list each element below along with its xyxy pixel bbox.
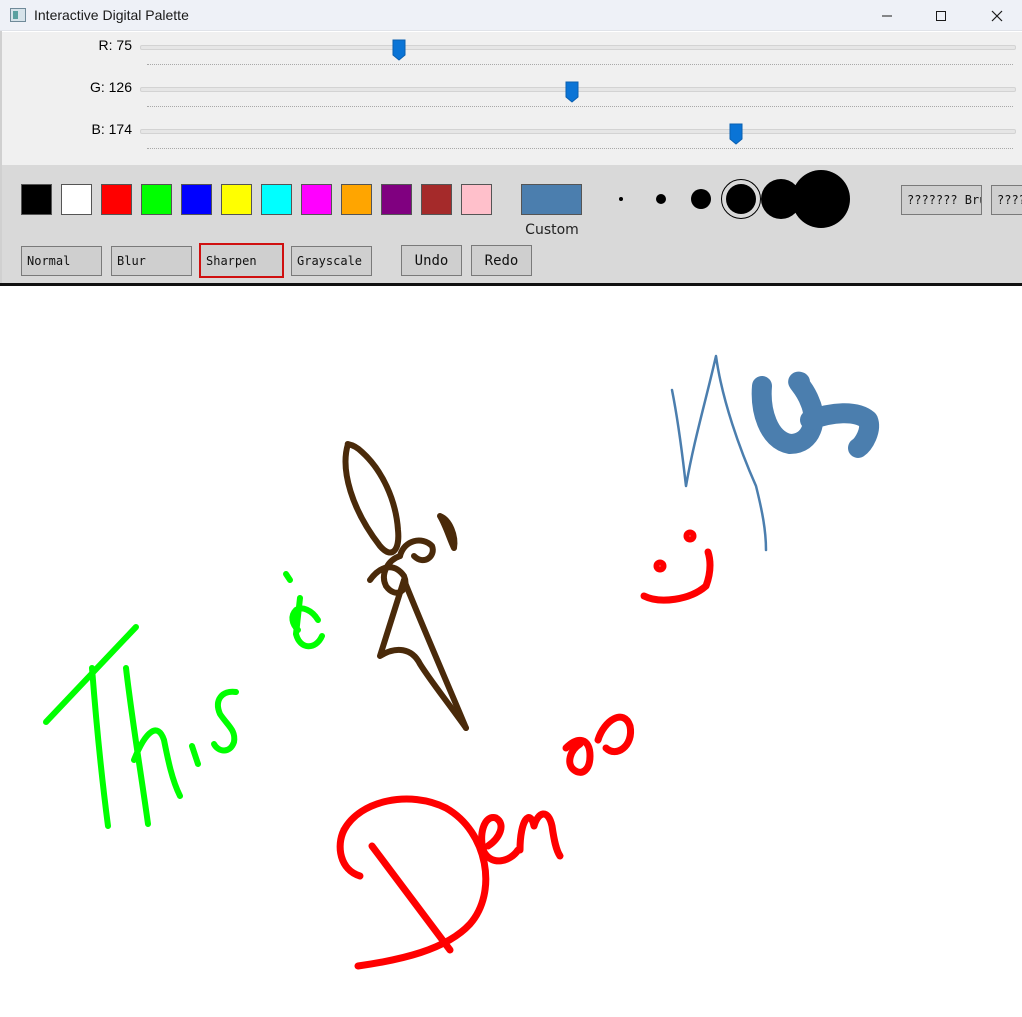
color-swatch[interactable] [101,184,132,215]
color-swatch[interactable] [381,184,412,215]
eraser-button[interactable]: ???? [991,185,1022,215]
brush-size-option[interactable] [792,170,850,228]
filter-normal-button[interactable]: Normal [21,246,102,276]
color-swatch[interactable] [301,184,332,215]
drawing-canvas[interactable] [0,286,1022,1017]
color-swatch[interactable] [181,184,212,215]
app-icon [10,8,26,22]
blue-slider-label: B: 174 [91,121,132,137]
blue-slider-track[interactable] [140,129,1016,134]
color-swatch[interactable] [341,184,372,215]
slider-thumb-icon [729,123,743,145]
blue-thick-stroke [751,371,879,458]
maximize-button[interactable] [918,0,964,31]
blue-slider-row: B: 174 [2,116,1022,156]
undo-button[interactable]: Undo [401,245,462,276]
filter-blur-label: Blur [117,254,146,268]
blue-slider-ticks [147,148,1013,151]
filter-grayscale-label: Grayscale [297,254,363,268]
brush-size-option[interactable] [656,194,666,204]
color-swatch[interactable] [461,184,492,215]
slider-thumb-icon [565,81,579,103]
minimize-button[interactable] [864,0,910,31]
undo-label: Undo [414,252,449,269]
close-icon [991,10,1003,21]
close-button[interactable] [974,0,1020,31]
red-slider-label: R: 75 [98,37,132,53]
filter-grayscale-button[interactable]: Grayscale [291,246,372,276]
canvas-drawing [43,354,879,970]
title-bar: Interactive Digital Palette [0,0,1022,31]
filter-normal-label: Normal [27,254,71,268]
color-swatch[interactable] [421,184,452,215]
red-slider-row: R: 75 [2,32,1022,72]
blue-thin-stroke [670,354,768,552]
color-swatch[interactable] [261,184,292,215]
color-swatch[interactable] [21,184,52,215]
eraser-button-label: ???? [997,193,1022,207]
color-swatch[interactable] [141,184,172,215]
minimize-icon [882,15,892,16]
filter-sharpen-button[interactable]: Sharpen [199,243,284,278]
window-title: Interactive Digital Palette [34,7,189,23]
brush-type-button[interactable]: ??????? Brus [901,185,982,215]
green-slider-ticks [147,106,1013,109]
filter-blur-button[interactable]: Blur [111,246,192,276]
red-slider-ticks [147,64,1013,67]
green-slider-label: G: 126 [89,79,132,95]
color-swatch[interactable] [61,184,92,215]
color-swatch[interactable] [221,184,252,215]
maximize-icon [936,10,946,21]
filter-sharpen-label: Sharpen [206,253,257,268]
toolbar: Custom ??????? Brus ???? Normal Blur Sha… [2,165,1022,284]
rgb-slider-panel: R: 75 G: 126 B: 174 [2,32,1022,165]
custom-color-swatch[interactable] [521,184,582,215]
slider-thumb-icon [392,39,406,61]
brown-stroke-figure [342,441,469,731]
redo-label: Redo [484,252,519,269]
redo-button[interactable]: Redo [471,245,532,276]
brush-size-option[interactable] [726,184,756,214]
brush-size-option[interactable] [619,197,623,201]
custom-color-label: Custom [525,222,579,238]
brush-size-option[interactable] [691,189,711,209]
green-stroke-this-is [43,571,325,829]
brush-type-button-label: ??????? Brus [907,193,981,207]
red-slider-track[interactable] [140,45,1016,50]
green-slider-row: G: 126 [2,74,1022,114]
